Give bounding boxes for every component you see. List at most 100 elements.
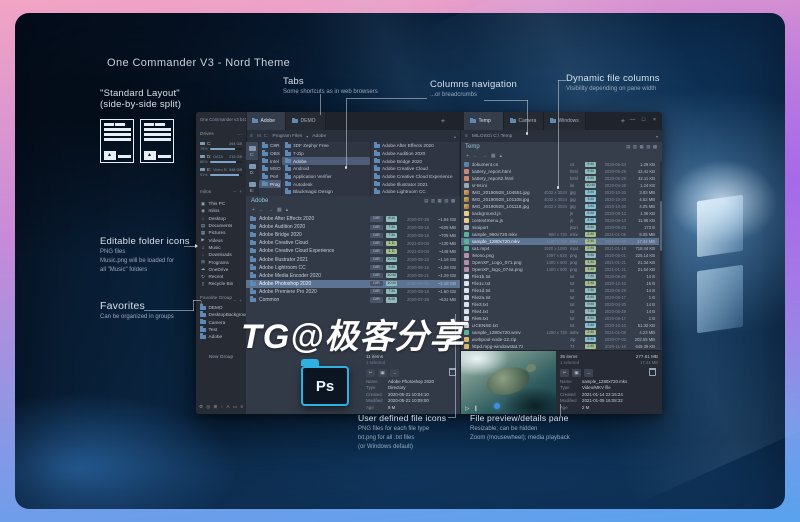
file-row[interactable]: battery_report.html html 9 M 2020-05-29 … [460,168,659,175]
toolbar-icon[interactable]: ← [473,153,478,159]
miller-folder[interactable]: Adobe Creative Cloud [371,165,459,173]
close-button[interactable]: × [649,112,660,129]
view-icon[interactable]: ▥ [431,198,435,204]
tab[interactable]: Camera [504,112,544,130]
file-row[interactable]: Adobe Premiere Pro 2020 DIR 7 M 2020-08-… [246,288,460,296]
sidebar-item[interactable]: ☁ OneDrive [196,266,246,273]
file-row[interactable]: LICENSE.txt txt 3 M 2020-10-10 51.32 KB [460,322,659,329]
miller-folder[interactable]: 7-Zip [282,150,370,158]
view-icon[interactable]: ▥ [633,144,637,150]
miller-folder[interactable]: Autodesk [282,180,370,188]
file-row[interactable]: background.js js 5 M 2020-08-13 1.36 KB [460,210,659,217]
sidebar-item[interactable]: ▶ Videos [196,236,246,243]
file-row[interactable]: sample_1280x720.wmv 1280 x 720 wmv 2 M 2… [460,329,659,336]
drive-item[interactable]: E: Video Renders 548 GB 91% [198,166,244,178]
file-row[interactable]: Adobe Photoshop 2020 DIR 10 M 2020-05-21… [246,279,460,288]
pause-icon[interactable]: ∥ [474,406,477,412]
file-row[interactable]: File3.txt txt 9 M 2020-04-30 14 B [460,301,659,308]
add-icon[interactable]: + [239,299,242,304]
view-icon[interactable]: ▦ [438,198,442,204]
toolbar-icon[interactable]: → [482,153,487,159]
sidebar-item[interactable]: ♫ Music [196,244,246,251]
status-icon[interactable]: ⊞ [214,404,218,410]
file-row[interactable]: dokument.cs cs 9 M 2020-05-24 1.29 KB [460,161,659,168]
file-row[interactable]: OpenXF_logo_074a.png 1400 x 500 png 1 M … [460,266,659,273]
miller-folder[interactable]: Adobe [282,157,370,166]
toolbar-icon[interactable]: ▦ [277,207,282,213]
file-row[interactable]: battery_report2.html html 9 M 2020-05-29… [460,175,659,182]
status-icon[interactable]: ▭ [233,404,237,410]
file-row[interactable]: IMG_20190928_104551.jpg 4032 x 3024 jpg … [460,189,659,196]
file-row[interactable]: File1d.txt txt 7 M 2020-06-29 14 B [460,287,659,294]
file-row[interactable]: contextmenu.js js 4 M 2020-09-13 11.96 K… [460,217,659,224]
minimize-button[interactable]: — [627,112,638,129]
view-icon[interactable]: ▩ [451,198,455,204]
breadcrumb-drive[interactable]: M: C: [257,134,268,139]
tab[interactable]: Temp [464,112,504,130]
miller-folder[interactable]: Perl [259,173,281,181]
trash-icon[interactable] [648,367,657,377]
status-icon[interactable]: A [227,404,230,410]
status-icon[interactable]: ◎ [206,404,210,410]
drive-strip-item[interactable]: E: [246,178,258,196]
left-breadcrumb[interactable]: ≡ M: C: Program Files ▾ Adobe ▴ [246,130,460,142]
file-row[interactable]: httpd.mpg-windowstat.7z 7z 2 M 2020-11-1… [460,343,659,350]
miller-folder[interactable]: Adobe After Effects 2020 [371,142,459,150]
view-icon[interactable]: ▤ [626,144,630,150]
scrubber-dot[interactable] [494,403,500,409]
sidebar-item[interactable]: ▦ Pictures [196,229,246,236]
file-row[interactable]: OpenXF_Logo_071.png 1400 x 500 png 1 M 2… [460,259,659,266]
cut-button[interactable]: ✂ [560,368,569,377]
view-icon[interactable]: ▦ [640,144,644,150]
file-row[interactable]: workpool-node-12.zip zip 6 M 2020-07-02 … [460,336,659,343]
sidebar-item[interactable]: ▤ Documents [196,222,246,229]
miller-folder[interactable]: Adobe Lightroom CC [371,188,459,196]
file-row[interactable]: IMG_20190928_101108.jpg 4032 x 3024 jpg … [460,196,659,203]
favorite-item[interactable]: DEMO [196,304,246,311]
right-breadcrumb[interactable]: ≡ MILOSG\ C:\ Temp ▾ [460,130,662,142]
new-group-button[interactable]: New Group [196,355,246,360]
sidebar-item[interactable]: ↓ Downloads [196,251,246,258]
menu-icon[interactable]: ≡ [465,133,468,139]
view-icon[interactable]: ▧ [646,144,650,150]
sidebar-item[interactable]: ◉ milos [196,207,246,214]
view-icon[interactable]: ▤ [424,198,428,204]
drive-item[interactable]: D: DATA 215 GB 80% [198,153,244,165]
sidebar-item[interactable]: ▣ This PC [196,200,246,207]
tab[interactable]: Adobe [246,112,286,130]
file-row[interactable]: Adobe Media Encoder 2020 DIR 10 M 2020-0… [246,272,460,280]
miller-folder[interactable]: Adobe Audition 2020 [371,150,459,158]
more-icon[interactable]: … [237,132,242,137]
file-row[interactable]: File2a.txt txt 8 M 2020-06-17 1 B [460,294,659,301]
toolbar-icon[interactable]: + [252,207,255,213]
miller-folder[interactable]: Adobe Illustrator 2021 [371,180,459,188]
drive-strip-item[interactable]: D: [246,160,258,178]
view-icon[interactable]: ▩ [653,144,657,150]
move-button[interactable]: → [390,368,399,377]
status-icon[interactable]: ○ [221,404,224,410]
miller-folder[interactable]: OBS [259,150,281,158]
sort-icon[interactable]: ▴ [454,134,456,139]
toolbar-icon[interactable]: → [268,207,273,213]
miller-folder[interactable]: C8R [259,142,281,150]
miller-folder[interactable]: Android [282,165,370,173]
drive-item[interactable]: C: 264 GB 79% [198,140,244,152]
file-row[interactable]: Adobe Creative Cloud DIR 1 D 2021-03-03 … [246,239,460,247]
copy-button[interactable]: ▣ [378,368,387,377]
play-icon[interactable]: ▷ [465,406,469,412]
toolbar-icon[interactable]: ▴ [500,153,503,159]
file-row[interactable]: sa1.mp4 1920 x 1080 mp4 2 M 2021-01-18 7… [460,245,659,252]
file-row[interactable]: Adobe Creative Cloud Experience DIR 1 D … [246,247,460,255]
file-row[interactable]: sr-M.ini ini 10 M 2020-04-26 1.24 KB [460,182,659,189]
scrollbar[interactable] [659,161,662,349]
file-row[interactable]: miniport json 8 M 2020-05-23 173 B [460,224,659,231]
miller-folder[interactable]: Blackmagic Design [282,188,370,196]
cut-button[interactable]: ✂ [366,368,375,377]
menu-icon[interactable]: ≡ [250,133,253,139]
breadcrumb-path[interactable]: MILOSG\ C:\ Temp [472,134,652,139]
media-preview[interactable]: ▷ ∥ [460,351,556,414]
tab[interactable]: Windows [544,112,586,130]
miller-folder[interactable]: Adobe Creative Cloud Experience [371,173,459,181]
view-icon[interactable]: ▧ [444,198,448,204]
file-row[interactable]: File1c.txt txt 1 M 2020-12-10 15 B [460,280,659,287]
